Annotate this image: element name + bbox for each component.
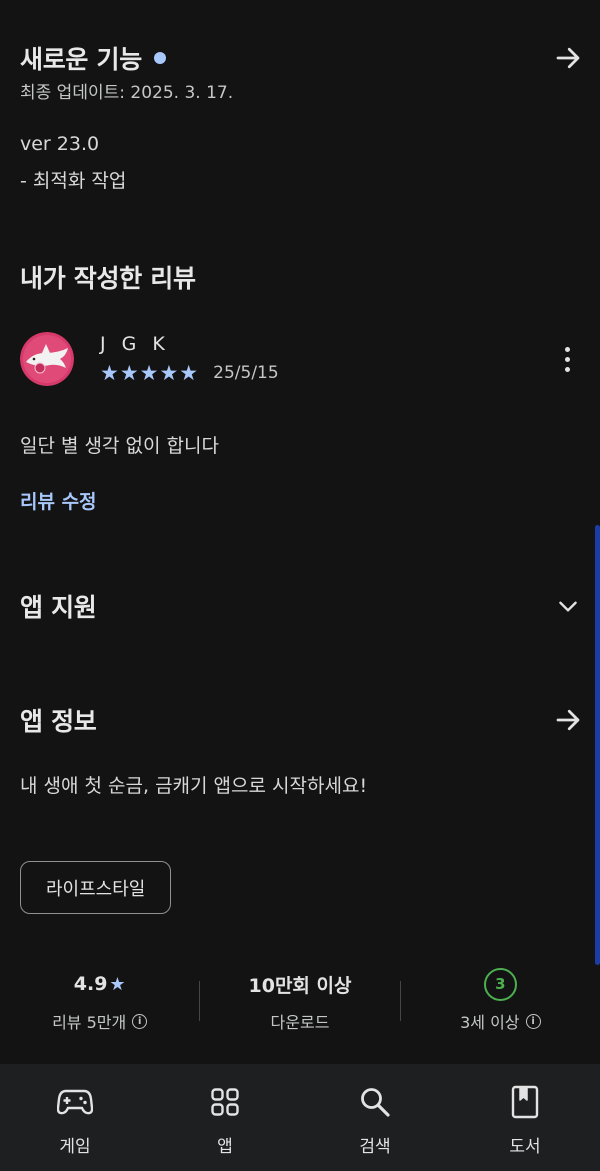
release-notes-text: - 최적화 작업 [20,170,127,192]
app-description: 내 생애 첫 순금, 금캐기 앱으로 시작하세요! [20,775,368,797]
nav-item-games[interactable]: 게임 [0,1064,150,1171]
book-icon [511,1084,539,1120]
app-support-title: 앱 지원 [20,593,97,622]
nav-item-books[interactable]: 도서 [450,1064,600,1171]
app-info-header[interactable]: 앱 정보 [20,698,580,742]
rating-value: 4.9 [73,973,108,995]
app-support-header[interactable]: 앱 지원 [20,584,580,628]
rating-stars: ★★★★★ [100,361,200,385]
nav-item-apps[interactable]: 앱 [150,1064,300,1171]
age-rating-label: 3세 이상 [460,1013,520,1032]
nav-item-search[interactable]: 검색 [300,1064,450,1171]
bottom-navigation: 게임 앱 검색 도서 [0,1064,600,1171]
review-date: 25/5/15 [213,363,279,383]
scrollbar[interactable] [595,525,600,965]
avatar [20,332,74,386]
nav-label-games: 게임 [59,1137,91,1157]
edit-review-link[interactable]: 리뷰 수정 [20,487,97,514]
search-icon [359,1084,391,1120]
category-chip[interactable]: 라이프스타일 [20,861,172,914]
reviewer-name: J G K [100,333,170,355]
whats-new-arrow-icon[interactable] [546,36,590,80]
downloads-label: 다운로드 [270,1013,330,1032]
review-text: 일단 별 생각 없이 합니다 [20,435,219,457]
app-info-title: 앱 정보 [20,707,97,736]
downloads-stat: 10만회 이상 다운로드 [200,965,399,1033]
whats-new-title: 새로운 기능 [20,45,142,74]
rating-count-label: 리뷰 5만개 [52,1013,127,1032]
info-icon: i [525,1013,541,1029]
chevron-down-icon[interactable] [546,584,590,628]
version-text: ver 23.0 [20,133,100,155]
downloads-value: 10만회 이상 [248,974,352,997]
app-info-arrow-icon[interactable] [546,698,590,742]
nav-label-apps: 앱 [217,1137,233,1157]
last-updated-text: 최종 업데이트: 2025. 3. 17. [20,83,234,103]
whats-new-header[interactable]: 새로운 기능 [20,36,580,80]
star-icon: ★ [109,973,126,995]
age-rating-stat[interactable]: 3 3세 이상 i [401,965,600,1033]
app-stats: 4.9 ★ 리뷰 5만개 i 10만회 이상 다운로드 3 3세 이상 i [0,965,600,1033]
more-options-icon[interactable] [552,337,582,381]
nav-label-search: 검색 [359,1137,391,1157]
info-icon: i [132,1013,148,1029]
gamepad-icon [57,1084,93,1120]
rating-stat[interactable]: 4.9 ★ 리뷰 5만개 i [0,965,199,1033]
nav-label-books: 도서 [509,1137,541,1157]
age-rating-badge: 3 [483,967,517,1001]
review-author-row: J G K ★★★★★ 25/5/15 [20,332,580,386]
new-indicator-dot [153,52,166,64]
my-review-title: 내가 작성한 리뷰 [20,264,196,293]
apps-grid-icon [210,1084,240,1120]
